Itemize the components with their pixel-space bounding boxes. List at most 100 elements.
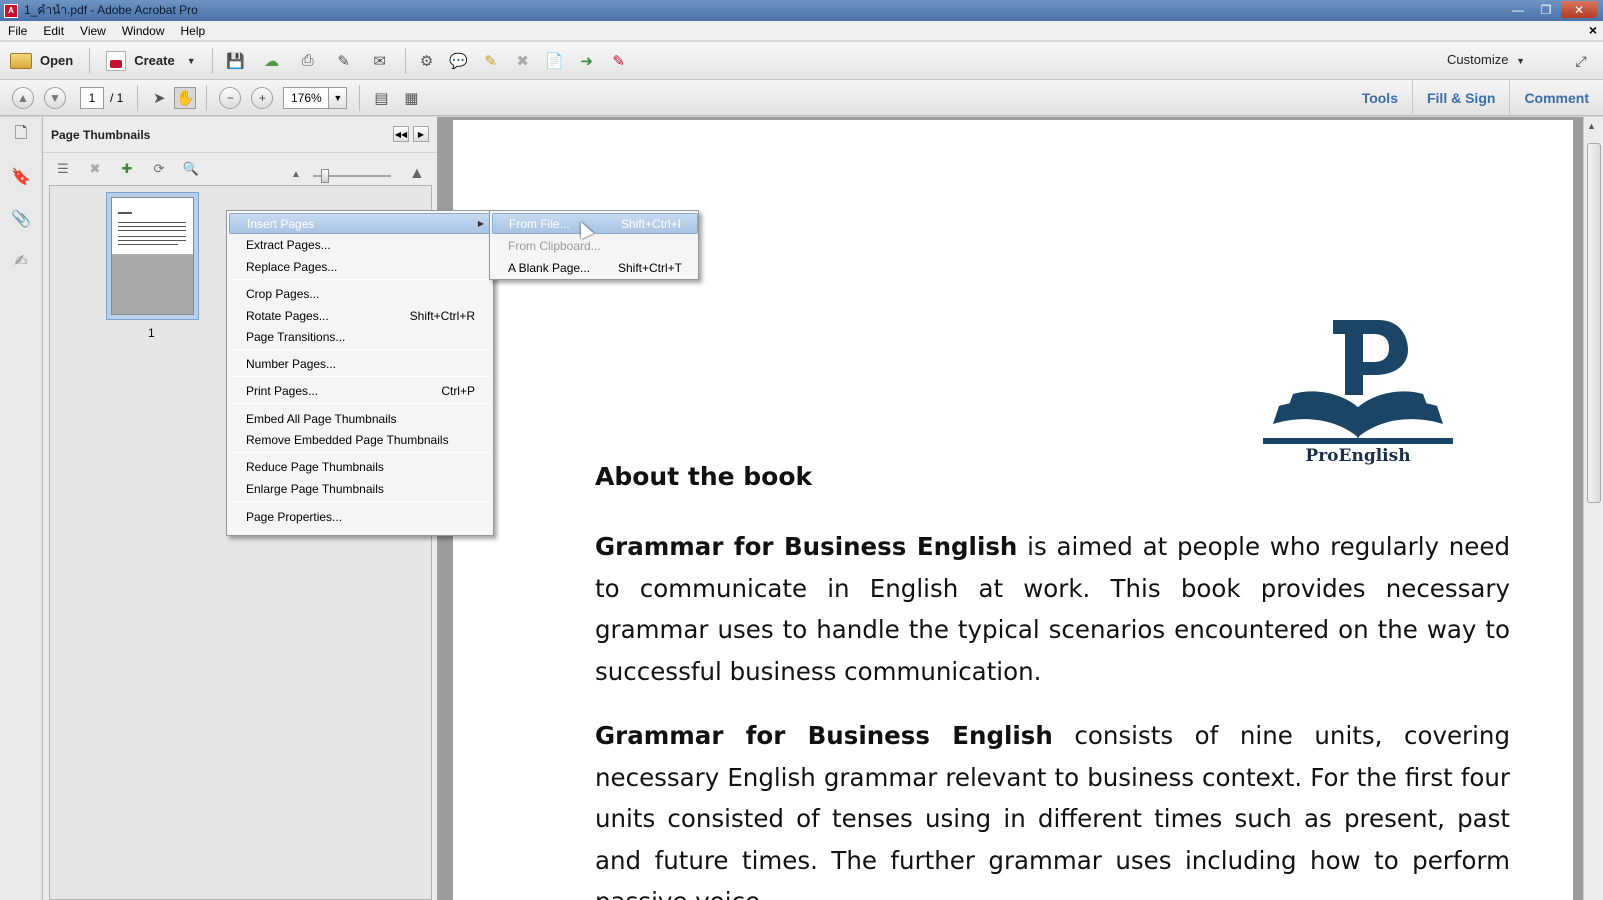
hand-tool-icon[interactable]: ✋ bbox=[174, 86, 197, 109]
create-label: Create bbox=[134, 53, 175, 68]
edit-document-icon[interactable]: ✎ bbox=[333, 50, 355, 72]
restore-button[interactable]: ❐ bbox=[1533, 1, 1559, 18]
menu-item-label: From File... bbox=[509, 216, 570, 231]
menu-item-remove-thumbnails[interactable]: Remove Embedded Page Thumbnails bbox=[229, 429, 491, 450]
submenu-item-blank-page[interactable]: A Blank Page... Shift+Ctrl+T bbox=[492, 257, 698, 278]
highlight-icon[interactable]: ✎ bbox=[480, 50, 502, 72]
open-button[interactable]: Open bbox=[0, 46, 83, 76]
signatures-icon[interactable]: ✍ bbox=[10, 249, 32, 273]
create-button[interactable]: Create ▼ bbox=[96, 46, 205, 76]
fit-width-icon[interactable]: ▦ bbox=[400, 87, 422, 109]
menu-item-page-properties[interactable]: Page Properties... bbox=[229, 506, 491, 527]
attachments-icon[interactable]: 📎 bbox=[10, 207, 32, 231]
menu-item-crop-pages[interactable]: Crop Pages... bbox=[229, 283, 491, 304]
cloud-upload-icon[interactable]: ☁ bbox=[261, 50, 283, 72]
select-cursor-icon[interactable]: ➤ bbox=[148, 87, 170, 109]
comment-link[interactable]: Comment bbox=[1509, 80, 1603, 116]
submenu-item-from-clipboard[interactable]: From Clipboard... bbox=[492, 235, 698, 256]
menu-window[interactable]: Window bbox=[114, 24, 173, 38]
toolbar-separator bbox=[211, 47, 213, 74]
thumbnail-line bbox=[118, 222, 186, 223]
menu-edit[interactable]: Edit bbox=[35, 24, 72, 38]
insert-pages-icon[interactable]: ✚ bbox=[116, 158, 138, 180]
menu-view[interactable]: View bbox=[72, 24, 114, 38]
page-thumbnails-icon[interactable]: 🗋 bbox=[10, 123, 32, 147]
menu-item-shortcut: Shift+Ctrl+I bbox=[620, 216, 681, 231]
menu-item-label: Embed All Page Thumbnails bbox=[246, 411, 397, 426]
thumbnail-line bbox=[118, 212, 132, 214]
expand-panel-icon[interactable]: ▶ bbox=[413, 126, 429, 142]
menu-item-rotate-pages[interactable]: Rotate Pages... Shift+Ctrl+R bbox=[229, 305, 491, 326]
small-mountain-icon: ▲ bbox=[291, 169, 301, 180]
fullscreen-icon[interactable]: ⤢ bbox=[1569, 49, 1593, 73]
large-mountain-icon: ▲ bbox=[409, 165, 425, 182]
menu-item-label: Reduce Page Thumbnails bbox=[246, 459, 384, 474]
zoom-level-input[interactable]: 176% bbox=[283, 86, 330, 109]
comment-bubble-icon[interactable]: 💬 bbox=[448, 50, 470, 72]
menu-item-enlarge-thumbnails[interactable]: Enlarge Page Thumbnails bbox=[229, 478, 491, 499]
menu-item-label: Page Transitions... bbox=[246, 329, 346, 344]
menu-item-embed-thumbnails[interactable]: Embed All Page Thumbnails bbox=[229, 408, 491, 429]
previous-page-icon[interactable]: ▲ bbox=[12, 86, 34, 109]
book-logo-icon bbox=[1263, 320, 1453, 444]
extract-page-icon[interactable]: ➜ bbox=[576, 50, 598, 72]
page-properties-icon[interactable]: 🔍 bbox=[180, 158, 202, 180]
redact-icon[interactable]: ✎ bbox=[608, 50, 630, 72]
email-icon[interactable]: ✉ bbox=[369, 50, 391, 72]
thumbnail-size-slider[interactable]: ▲ ▲ bbox=[291, 165, 441, 183]
replace-page-icon[interactable]: 📄 bbox=[544, 50, 566, 72]
delete-page-icon[interactable]: ✖ bbox=[512, 50, 534, 72]
next-page-icon[interactable]: ▼ bbox=[44, 86, 66, 109]
page-number-input[interactable]: 1 bbox=[80, 86, 104, 109]
insert-pages-submenu: From File... Shift+Ctrl+I From Clipboard… bbox=[489, 210, 699, 280]
scrollbar-thumb[interactable] bbox=[1587, 143, 1601, 503]
menu-file[interactable]: File bbox=[0, 24, 35, 38]
close-window-button[interactable]: ✕ bbox=[1561, 1, 1597, 18]
document-paragraph-2: Grammar for Business English consists of… bbox=[595, 715, 1510, 900]
thumbnail-preview bbox=[111, 197, 194, 315]
title-bar: A 1_คำนำ.pdf - Adobe Acrobat Pro — ❐ ✕ bbox=[0, 0, 1603, 21]
thumbnail-line bbox=[118, 244, 178, 245]
window-controls: — ❐ ✕ bbox=[1505, 1, 1597, 18]
customize-menu[interactable]: Customize ▼ bbox=[1447, 52, 1525, 67]
vertical-scrollbar[interactable]: ▲ bbox=[1583, 117, 1603, 900]
menu-item-shortcut: Ctrl+P bbox=[441, 383, 475, 398]
paragraph-2-bold: Grammar for Business English bbox=[595, 721, 1053, 750]
menu-item-print-pages[interactable]: Print Pages... Ctrl+P bbox=[229, 380, 491, 401]
menu-item-insert-pages[interactable]: Insert Pages ▶ bbox=[229, 213, 491, 234]
print-icon[interactable]: ⎙ bbox=[297, 50, 319, 72]
collapse-panel-icon[interactable]: ◀◀ bbox=[393, 126, 409, 142]
gear-icon[interactable]: ⚙ bbox=[416, 50, 438, 72]
delete-pages-icon[interactable]: ✖ bbox=[84, 158, 106, 180]
menu-item-extract-pages[interactable]: Extract Pages... bbox=[229, 234, 491, 255]
zoom-in-icon[interactable]: + bbox=[251, 86, 274, 109]
menu-item-replace-pages[interactable]: Replace Pages... bbox=[229, 256, 491, 277]
minimize-button[interactable]: — bbox=[1505, 1, 1531, 18]
menu-item-page-transitions[interactable]: Page Transitions... bbox=[229, 326, 491, 347]
zoom-out-icon[interactable]: − bbox=[219, 86, 242, 109]
options-menu-icon[interactable]: ☰ bbox=[52, 158, 74, 180]
window-title: 1_คำนำ.pdf - Adobe Acrobat Pro bbox=[24, 3, 198, 17]
menu-item-reduce-thumbnails[interactable]: Reduce Page Thumbnails bbox=[229, 456, 491, 477]
bookmarks-icon[interactable]: 🔖 bbox=[10, 165, 32, 189]
scroll-up-icon[interactable]: ▲ bbox=[1587, 121, 1596, 131]
tools-link[interactable]: Tools bbox=[1348, 80, 1412, 116]
rotate-pages-icon[interactable]: ⟳ bbox=[148, 158, 170, 180]
slider-knob[interactable] bbox=[321, 169, 329, 183]
submenu-item-from-file[interactable]: From File... Shift+Ctrl+I bbox=[492, 213, 698, 234]
menu-bar: File Edit View Window Help × bbox=[0, 21, 1603, 41]
acrobat-icon: A bbox=[4, 3, 18, 18]
zoom-dropdown-icon[interactable]: ▼ bbox=[329, 86, 348, 109]
panel-header: Page Thumbnails bbox=[43, 117, 437, 153]
fill-sign-link[interactable]: Fill & Sign bbox=[1411, 80, 1509, 116]
document-heading: About the book bbox=[595, 462, 813, 491]
menu-item-label: Enlarge Page Thumbnails bbox=[246, 481, 384, 496]
page-thumbnail[interactable] bbox=[106, 192, 199, 320]
submenu-arrow-icon: ▶ bbox=[477, 219, 484, 228]
menu-item-number-pages[interactable]: Number Pages... bbox=[229, 353, 491, 374]
menu-help[interactable]: Help bbox=[173, 24, 214, 38]
fit-page-icon[interactable]: ▤ bbox=[370, 87, 392, 109]
save-icon[interactable]: 💾 bbox=[225, 50, 247, 72]
panel-title: Page Thumbnails bbox=[51, 127, 151, 142]
close-document-icon[interactable]: × bbox=[1589, 22, 1597, 38]
